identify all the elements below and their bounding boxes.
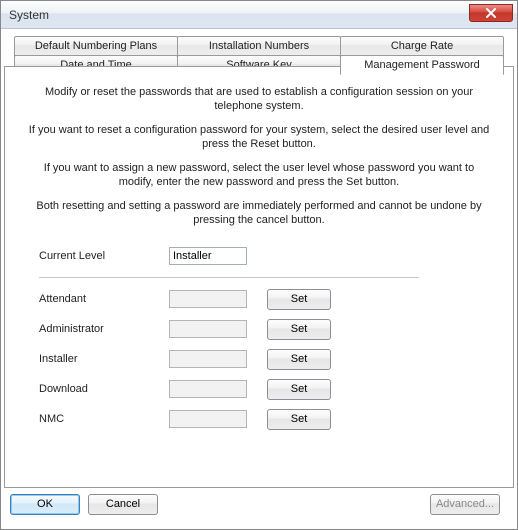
row-attendant: Attendant Set — [39, 284, 419, 314]
intro-p4: Both resetting and setting a password ar… — [25, 199, 493, 227]
separator — [39, 277, 419, 278]
intro-p2: If you want to reset a configuration pas… — [25, 123, 493, 151]
tab-default-numbering-plans[interactable]: Default Numbering Plans — [14, 36, 178, 56]
download-set-button[interactable]: Set — [267, 379, 331, 400]
installer-label: Installer — [39, 353, 169, 365]
row-installer: Installer Set — [39, 344, 419, 374]
intro-text: Modify or reset the passwords that are u… — [25, 85, 493, 227]
titlebar: System — [1, 1, 517, 29]
close-button[interactable] — [469, 4, 513, 22]
tab-charge-rate[interactable]: Charge Rate — [340, 36, 504, 56]
advanced-button[interactable]: Advanced... — [430, 494, 500, 515]
window-title: System — [9, 8, 49, 22]
intro-p3: If you want to assign a new password, se… — [25, 161, 493, 189]
row-current-level: Current Level — [39, 241, 419, 271]
ok-button[interactable]: OK — [10, 494, 80, 515]
intro-p1: Modify or reset the passwords that are u… — [25, 85, 493, 113]
row-administrator: Administrator Set — [39, 314, 419, 344]
tab-management-password[interactable]: Management Password — [340, 55, 504, 75]
nmc-input[interactable] — [169, 410, 247, 428]
bottom-bar: OK Cancel Advanced... — [10, 488, 508, 520]
attendant-set-button[interactable]: Set — [267, 289, 331, 310]
tab-installation-numbers[interactable]: Installation Numbers — [177, 36, 341, 56]
client-area: Default Numbering Plans Installation Num… — [0, 28, 518, 530]
download-label: Download — [39, 383, 169, 395]
tab-panel-management-password: Modify or reset the passwords that are u… — [4, 66, 514, 488]
current-level-label: Current Level — [39, 250, 169, 262]
download-input[interactable] — [169, 380, 247, 398]
close-icon — [485, 8, 497, 18]
nmc-label: NMC — [39, 413, 169, 425]
administrator-input[interactable] — [169, 320, 247, 338]
administrator-label: Administrator — [39, 323, 169, 335]
cancel-button[interactable]: Cancel — [88, 494, 158, 515]
password-form: Current Level Attendant Set Administrato… — [39, 241, 419, 434]
row-download: Download Set — [39, 374, 419, 404]
attendant-label: Attendant — [39, 293, 169, 305]
installer-set-button[interactable]: Set — [267, 349, 331, 370]
administrator-set-button[interactable]: Set — [267, 319, 331, 340]
row-nmc: NMC Set — [39, 404, 419, 434]
installer-input[interactable] — [169, 350, 247, 368]
nmc-set-button[interactable]: Set — [267, 409, 331, 430]
attendant-input[interactable] — [169, 290, 247, 308]
current-level-input[interactable] — [169, 247, 247, 265]
